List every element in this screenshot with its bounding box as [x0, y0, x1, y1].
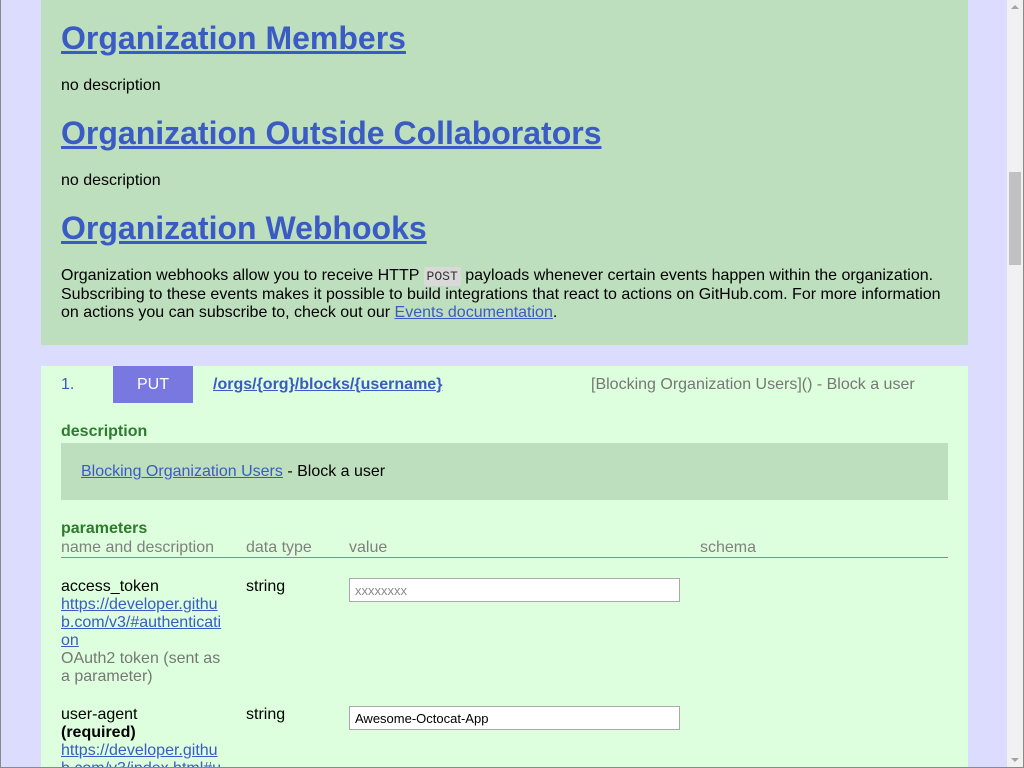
parameter-schema-cell [700, 706, 948, 768]
organization-webhooks-description: Organization webhooks allow you to recei… [61, 267, 948, 322]
description-box: Blocking Organization Users - Block a us… [61, 443, 948, 500]
access-token-input[interactable] [349, 578, 680, 602]
operation-index: 1. [61, 375, 75, 393]
parameter-name-cell: user-agent (required) https://developer.… [61, 706, 246, 768]
parameter-name-cell: access_token https://developer.github.co… [61, 578, 246, 686]
organization-members-description: no description [61, 77, 161, 94]
description-label: description [61, 423, 148, 440]
scroll-down-arrow-icon[interactable] [1011, 758, 1019, 762]
column-header-name: name and description [61, 539, 214, 556]
parameter-description: OAuth2 token (sent as a parameter) [61, 650, 221, 685]
organization-members-link[interactable]: Organization Members [61, 20, 406, 56]
operation-header[interactable]: 1. PUT /orgs/{org}/blocks/{username} [Bl… [61, 366, 948, 403]
scrollbar-thumb[interactable] [1009, 172, 1021, 265]
description-text: - Block a user [282, 463, 386, 480]
parameter-value-cell [349, 706, 700, 768]
column-header-schema: schema [700, 539, 757, 556]
parameter-required-flag: (required) [61, 724, 136, 741]
parameter-data-type: string [246, 578, 286, 595]
column-header-data-type: data type [246, 539, 312, 556]
operation-block: 1. PUT /orgs/{org}/blocks/{username} [Bl… [41, 366, 968, 768]
section-heading-organization-members: Organization Members [61, 20, 948, 57]
parameters-table: name and description data type value sch… [61, 539, 948, 768]
parameter-schema-cell [700, 578, 948, 686]
organization-groups-section: Organization Members no description Orga… [41, 0, 968, 345]
inline-code-post: POST [423, 267, 461, 286]
webhooks-text-before-code: Organization webhooks allow you to recei… [61, 267, 424, 284]
http-method-badge[interactable]: PUT [113, 366, 193, 403]
events-documentation-link[interactable]: Events documentation [395, 304, 553, 321]
parameter-row-user-agent: user-agent (required) https://developer.… [61, 686, 948, 768]
parameters-label: parameters [61, 520, 148, 537]
outside-collaborators-link[interactable]: Organization Outside Collaborators [61, 115, 602, 151]
outside-collaborators-description: no description [61, 172, 161, 189]
description-link[interactable]: Blocking Organization Users [81, 463, 283, 480]
parameter-name: user-agent [61, 706, 138, 723]
parameter-doc-link[interactable]: https://developer.github.com/v3/#authent… [61, 596, 226, 650]
parameter-data-type: string [246, 706, 286, 723]
parameter-name: access_token [61, 578, 159, 595]
user-agent-input[interactable] [349, 706, 680, 730]
section-heading-organization-webhooks: Organization Webhooks [61, 210, 948, 247]
parameter-doc-link[interactable]: https://developer.github.com/v3/index.ht… [61, 742, 226, 768]
webhooks-text-end: . [552, 304, 558, 321]
page-viewport: Organization Members no description Orga… [0, 0, 1007, 768]
operation-path: /orgs/{org}/blocks/{username} [213, 376, 591, 394]
operation-path-link[interactable]: /orgs/{org}/blocks/{username} [213, 376, 442, 393]
vertical-scrollbar[interactable] [1007, 0, 1023, 767]
parameters-table-header: name and description data type value sch… [61, 539, 948, 558]
organization-webhooks-link[interactable]: Organization Webhooks [61, 210, 427, 246]
scroll-up-arrow-icon[interactable] [1011, 5, 1019, 9]
parameter-value-cell [349, 578, 700, 686]
section-heading-outside-collaborators: Organization Outside Collaborators [61, 115, 948, 152]
column-header-value: value [349, 539, 388, 556]
parameter-row-access-token: access_token https://developer.github.co… [61, 558, 948, 686]
operation-summary: [Blocking Organization Users]() - Block … [591, 375, 915, 393]
